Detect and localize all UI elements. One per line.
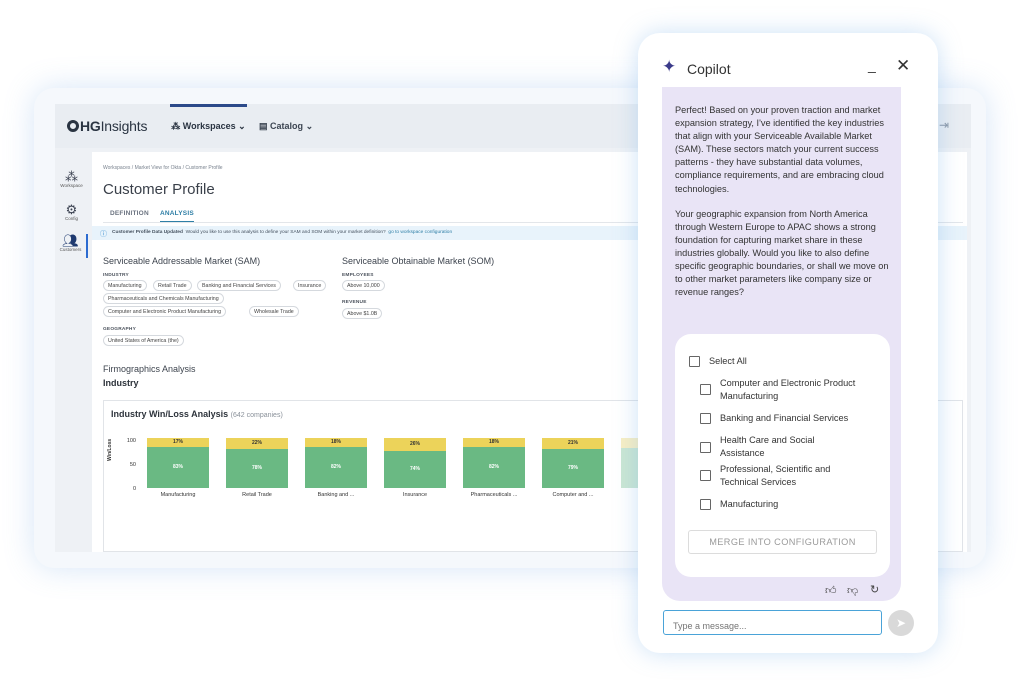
chart-bar[interactable]: 21% 79% xyxy=(542,438,604,488)
tab-definition[interactable]: DEFINITION xyxy=(110,210,149,217)
som-title: Serviceable Obtainable Market (SOM) xyxy=(342,256,495,266)
bar-win-segment: 79% xyxy=(542,448,604,488)
industry-label: INDUSTRY xyxy=(103,273,129,278)
send-icon: ➤ xyxy=(895,616,907,630)
chart-y-label: Win/Loss xyxy=(107,438,113,461)
message-paragraph: Perfect! Based on your proven traction a… xyxy=(675,105,884,194)
employees-label: EMPLOYEES xyxy=(342,273,374,278)
industry-chip: Computer and Electronic Product Manufact… xyxy=(103,306,227,317)
industry-options-card: Select All Computer and Electronic Produ… xyxy=(675,334,890,577)
workspace-config-link[interactable]: go to workspace configuration xyxy=(388,230,452,235)
chevron-down-icon: ⌄ xyxy=(305,121,314,131)
x-tick-label: Retail Trade xyxy=(242,492,272,498)
copilot-panel: ✦ Copilot _ ✕ Perfect! Based on your pro… xyxy=(638,33,938,653)
nav-catalog[interactable]: ▤ Catalog ⌄ xyxy=(259,121,313,132)
x-tick-label: Banking and ... xyxy=(317,492,355,498)
logo-mark-icon xyxy=(67,120,79,132)
people-icon: 👥︎ xyxy=(62,233,79,248)
option-label[interactable]: Banking and Financial Services xyxy=(720,412,880,425)
merge-into-configuration-button[interactable]: MERGE INTO CONFIGURATION xyxy=(688,530,877,554)
bar-loss-segment: 22% xyxy=(226,438,288,449)
send-button[interactable]: ➤ xyxy=(888,610,914,636)
chart-bar[interactable]: 18% 82% xyxy=(305,438,367,488)
bar-loss-segment: 26% xyxy=(384,438,446,451)
option-label[interactable]: Professional, Scientific and Technical S… xyxy=(720,463,850,489)
bar-win-segment: 83% xyxy=(147,446,209,488)
message-paragraph: Your geographic expansion from North Ame… xyxy=(675,208,889,298)
geography-chip: United States of America (the) xyxy=(103,335,184,346)
minimize-icon[interactable]: _ xyxy=(868,57,876,73)
industry-chip: Retail Trade xyxy=(153,280,192,291)
info-icon: ⓘ xyxy=(100,231,107,238)
bar-loss-segment: 18% xyxy=(305,438,367,447)
rail-item-config[interactable]: ⚙ Config xyxy=(55,203,88,221)
chart-bar[interactable]: 26% 74% xyxy=(384,438,446,488)
revenue-label: REVENUE xyxy=(342,300,367,305)
industry-chip: Insurance xyxy=(293,280,327,291)
tab-analysis[interactable]: ANALYSIS xyxy=(160,210,194,222)
select-all-label[interactable]: Select All xyxy=(709,355,747,368)
chevron-down-icon: ⌄ xyxy=(238,121,246,131)
close-icon[interactable]: ✕ xyxy=(896,57,910,74)
x-tick-label: Manufacturing xyxy=(160,492,196,498)
sam-title: Serviceable Addressable Market (SAM) xyxy=(103,256,261,266)
catalog-icon: ▤ xyxy=(259,121,268,131)
assistant-message: Perfect! Based on your proven traction a… xyxy=(662,87,901,601)
firmographics-subtitle: Industry xyxy=(103,378,139,388)
option-label[interactable]: Manufacturing xyxy=(720,498,778,511)
bar-win-segment: 78% xyxy=(226,449,288,488)
thumbs-up-icon[interactable]: 👍︎ xyxy=(825,584,837,597)
breadcrumb[interactable]: Workspaces / Market View for Okta / Cust… xyxy=(103,165,223,171)
y-tick-label: 50 xyxy=(129,462,136,468)
option-checkbox[interactable] xyxy=(700,499,711,510)
copilot-title: Copilot xyxy=(687,61,731,77)
message-input[interactable] xyxy=(663,610,882,635)
industry-chip: Pharmaceuticals and Chemicals Manufactur… xyxy=(103,293,224,304)
option-checkbox[interactable] xyxy=(700,384,711,395)
logout-icon[interactable]: ⇥ xyxy=(939,118,949,132)
x-tick-label: Pharmaceuticals ... xyxy=(470,492,518,498)
option-checkbox[interactable] xyxy=(700,470,711,481)
employees-chip: Above 10,000 xyxy=(342,280,385,291)
revenue-chip: Above $1.0B xyxy=(342,308,383,319)
sparkle-icon: ✦ xyxy=(662,57,677,76)
page-title: Customer Profile xyxy=(103,181,215,198)
thumbs-down-icon[interactable]: 👎︎ xyxy=(847,584,858,597)
y-tick-label: 0 xyxy=(132,486,136,492)
chart-bar[interactable]: 18% 82% xyxy=(463,438,525,488)
y-tick-label: 100 xyxy=(126,438,136,444)
workspace-icon: ⁂ xyxy=(65,169,78,184)
geography-label: GEOGRAPHY xyxy=(103,327,136,332)
rail-item-workspace[interactable]: ⁂ Workspace xyxy=(55,170,88,188)
copilot-header: ✦ Copilot _ ✕ xyxy=(638,33,938,93)
nav-workspaces[interactable]: ⁂ Workspaces ⌄ xyxy=(170,104,247,148)
gear-icon: ⚙ xyxy=(65,202,78,217)
x-tick-label: Computer and ... xyxy=(552,492,594,498)
chart-title: Industry Win/Loss Analysis (642 companie… xyxy=(111,409,283,419)
option-checkbox[interactable] xyxy=(700,442,711,453)
industry-chip: Wholesale Trade xyxy=(249,306,299,317)
bar-loss-segment: 17% xyxy=(147,438,209,447)
bar-win-segment: 82% xyxy=(463,447,525,488)
regenerate-icon[interactable]: ↻ xyxy=(870,583,879,596)
message-text: Perfect! Based on your proven traction a… xyxy=(675,104,893,311)
industry-chip: Banking and Financial Services xyxy=(197,280,281,291)
bar-win-segment: 74% xyxy=(384,451,446,488)
workspaces-icon: ⁂ xyxy=(171,121,181,131)
bar-loss-segment: 21% xyxy=(542,438,604,449)
left-rail: ⁂ Workspace ⚙ Config 👥︎ Customers xyxy=(55,148,88,552)
option-checkbox[interactable] xyxy=(700,413,711,424)
chart-bar[interactable]: 22% 78% xyxy=(226,438,288,488)
select-all-checkbox[interactable] xyxy=(689,356,700,367)
firmographics-title: Firmographics Analysis xyxy=(103,364,196,374)
chart-bar[interactable]: 17% 83% xyxy=(147,438,209,488)
hg-insights-logo[interactable]: HGInsights xyxy=(67,118,147,134)
bar-loss-segment: 18% xyxy=(463,438,525,447)
option-label[interactable]: Computer and Electronic Product Manufact… xyxy=(720,377,880,403)
option-label[interactable]: Health Care and Social Assistance xyxy=(720,434,840,460)
industry-chip: Manufacturing xyxy=(103,280,147,291)
bar-win-segment: 82% xyxy=(305,447,367,488)
x-tick-label: Insurance xyxy=(402,492,428,498)
rail-item-customers[interactable]: 👥︎ Customers xyxy=(55,234,88,258)
